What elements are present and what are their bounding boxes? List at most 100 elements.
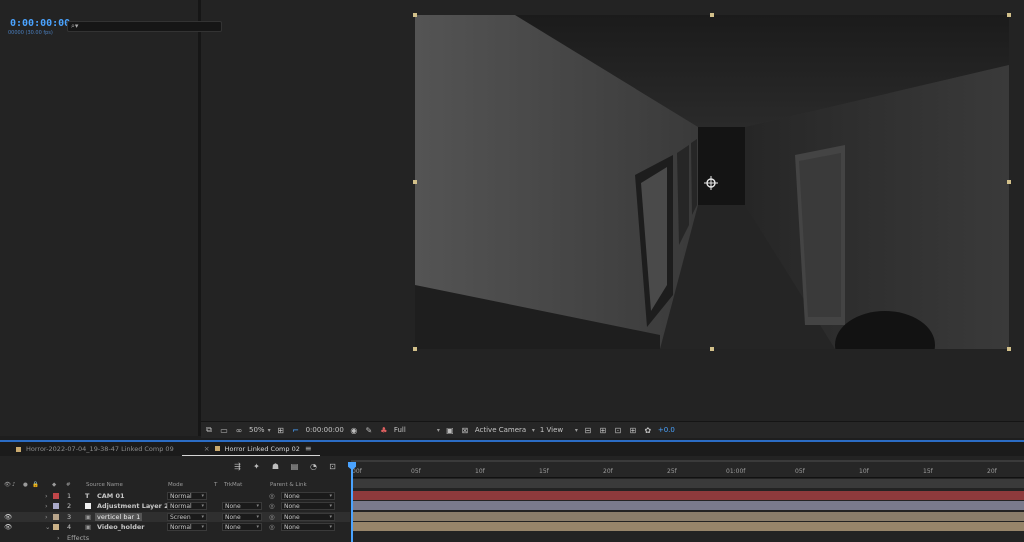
transform-handle-tr[interactable] — [1007, 13, 1011, 17]
show-snapshot-icon[interactable]: ✎ — [364, 426, 374, 435]
layer-label-swatch[interactable] — [53, 491, 59, 501]
panel-menu-icon[interactable]: ≡ — [305, 444, 312, 453]
parent-dropdown[interactable]: None ▾ — [281, 513, 335, 521]
expand-chevron-icon[interactable]: › — [57, 533, 60, 542]
effects-label[interactable]: Effects — [67, 533, 89, 542]
resolution-dropdown[interactable]: Full ▾ — [394, 426, 440, 434]
tab-linked-comp-09[interactable]: Horror-2022-07-04_19-38-47 Linked Comp 0… — [0, 442, 182, 456]
mode-dropdown[interactable]: Normal ▾ — [167, 523, 207, 531]
layer-bar-verticel-bar-1[interactable] — [353, 512, 1024, 521]
expand-chevron-icon[interactable]: › — [45, 491, 48, 501]
pickwhip-icon[interactable]: ◎ — [269, 512, 275, 522]
graph-editor-icon[interactable]: ⊡ — [327, 461, 338, 471]
monitor-icon[interactable]: ▭ — [219, 426, 229, 435]
mode-dropdown[interactable]: Normal ▾ — [167, 502, 207, 510]
parent-dropdown[interactable]: None ▾ — [281, 502, 335, 510]
fast-previews-icon[interactable]: ▣ — [445, 426, 455, 435]
lock-icon[interactable]: 🔒 — [32, 480, 39, 490]
trkmat-dropdown[interactable]: None ▾ — [222, 513, 262, 521]
toggle-pixel-aspect-icon[interactable]: ⊟ — [583, 426, 593, 435]
chevron-down-icon: ▾ — [267, 426, 271, 434]
layer-name-text[interactable]: verticel bar 1 — [95, 513, 143, 521]
layer-label-swatch[interactable] — [53, 512, 59, 522]
layer-name[interactable]: Video_holder — [97, 522, 145, 532]
reset-exposure-icon[interactable]: ✿ — [643, 426, 653, 435]
expand-chevron-icon[interactable]: ⌄ — [45, 522, 50, 532]
mode-dropdown[interactable]: Normal ▾ — [167, 492, 207, 500]
layer-name[interactable]: CAM 01 — [97, 491, 125, 501]
grid-icon[interactable]: ⊞ — [276, 426, 286, 435]
transform-handle-ml[interactable] — [413, 180, 417, 184]
chevron-down-icon: ▾ — [329, 493, 332, 499]
zoom-dropdown[interactable]: 50% ▾ — [249, 426, 271, 434]
view-layout-dropdown[interactable]: 1 View ▾ — [540, 426, 578, 434]
parent-dropdown[interactable]: None ▾ — [281, 492, 335, 500]
camera-dropdown[interactable]: Active Camera ▾ — [475, 426, 535, 434]
column-source-name[interactable]: Source Name — [86, 480, 123, 490]
layer-row[interactable]: › 2 Adjustment Layer 2 Normal ▾ None ▾ ◎ N… — [0, 501, 350, 511]
layer-row[interactable]: 👁 › 3 ▣ verticel bar 1 Screen ▾ None ▾ ◎ N… — [0, 512, 350, 522]
frame-blending-icon[interactable]: ▤ — [289, 461, 300, 471]
transform-handle-bc[interactable] — [710, 347, 714, 351]
transparency-grid-icon[interactable]: ⊠ — [460, 426, 470, 435]
current-time-display[interactable]: 0:00:00:00 — [10, 18, 70, 29]
close-icon[interactable]: × — [204, 445, 210, 453]
exposure-value[interactable]: +0.0 — [658, 426, 675, 434]
solo-icon[interactable]: ● — [23, 480, 28, 490]
camera-snapshot-icon[interactable]: ◉ — [349, 426, 359, 435]
3d-ground-plane-icon[interactable]: ⊡ — [613, 426, 623, 435]
layer-name[interactable]: Adjustment Layer 2 — [97, 501, 169, 511]
parent-value: None — [284, 492, 300, 500]
mode-value: Screen — [170, 513, 191, 521]
chevron-down-icon: ▾ — [329, 514, 332, 520]
parent-dropdown[interactable]: None ▾ — [281, 523, 335, 531]
anchor-point-icon[interactable] — [703, 175, 719, 191]
label-tag-icon[interactable]: ◆ — [52, 480, 56, 490]
chevron-down-icon: ▾ — [531, 426, 535, 434]
color-channels-icon[interactable]: ♣ — [379, 426, 389, 435]
transform-handle-tl[interactable] — [413, 13, 417, 17]
comp-swatch — [214, 446, 220, 451]
trkmat-dropdown[interactable]: None ▾ — [222, 523, 262, 531]
work-area-bar[interactable] — [351, 479, 1024, 488]
pickwhip-icon[interactable]: ◎ — [269, 491, 275, 501]
draft-3d-icon[interactable]: ⊞ — [598, 426, 608, 435]
layer-bar-cam-01[interactable] — [353, 491, 1024, 500]
tab-label: Horror-2022-07-04_19-38-47 Linked Comp 0… — [26, 445, 174, 453]
layer-label-swatch[interactable] — [53, 522, 59, 532]
transform-handle-tc[interactable] — [710, 13, 714, 17]
transform-handle-mr[interactable] — [1007, 180, 1011, 184]
pickwhip-icon[interactable]: ◎ — [269, 501, 275, 511]
draft-3d-icon[interactable]: ✦ — [251, 461, 262, 471]
audio-icon[interactable]: ♪ — [12, 480, 16, 490]
expand-chevron-icon[interactable]: › — [45, 501, 48, 511]
mode-dropdown[interactable]: Screen ▾ — [167, 513, 207, 521]
transform-handle-bl[interactable] — [413, 347, 417, 351]
layer-row[interactable]: › 1 T CAM 01 Normal ▾ ◎ None ▾ — [0, 491, 350, 501]
layer-row[interactable]: 👁 ⌄ 4 ▣ Video_holder Normal ▾ None ▾ ◎ Non… — [0, 522, 350, 532]
mask-visibility-icon[interactable]: ∞ — [234, 426, 244, 435]
eye-icon[interactable]: 👁 — [4, 512, 12, 522]
motion-blur-icon[interactable]: ◔ — [308, 461, 319, 471]
layer-name[interactable]: verticel bar 1 — [95, 512, 143, 522]
expand-chevron-icon[interactable]: › — [45, 512, 48, 522]
trkmat-dropdown[interactable]: None ▾ — [222, 502, 262, 510]
tab-linked-comp-02[interactable]: × Horror Linked Comp 02 ≡ — [181, 442, 320, 456]
playhead-line[interactable] — [351, 462, 353, 542]
layer-label-swatch[interactable] — [53, 501, 59, 511]
eye-icon[interactable]: 👁 — [4, 522, 12, 532]
effects-row[interactable]: › Effects — [0, 533, 350, 542]
mode-value: Normal — [170, 502, 192, 510]
composition-mini-flowchart-icon[interactable]: ⇶ — [232, 461, 243, 471]
always-preview-icon[interactable]: ⧉ — [204, 425, 214, 435]
shy-layers-icon[interactable]: ☗ — [270, 461, 281, 471]
layer-bar-adjustment-layer-2[interactable] — [353, 501, 1024, 510]
eye-icon[interactable]: 👁 — [4, 480, 11, 490]
pickwhip-icon[interactable]: ◎ — [269, 522, 275, 532]
region-of-interest-icon[interactable]: ⌐ — [291, 426, 301, 435]
viewer-timecode[interactable]: 0:00:00:00 — [306, 426, 344, 434]
layer-search-input[interactable]: ⌕▾ — [67, 21, 222, 32]
extended-viewer-icon[interactable]: ⊞ — [628, 426, 638, 435]
transform-handle-br[interactable] — [1007, 347, 1011, 351]
layer-bar-video-holder[interactable] — [353, 522, 1024, 531]
